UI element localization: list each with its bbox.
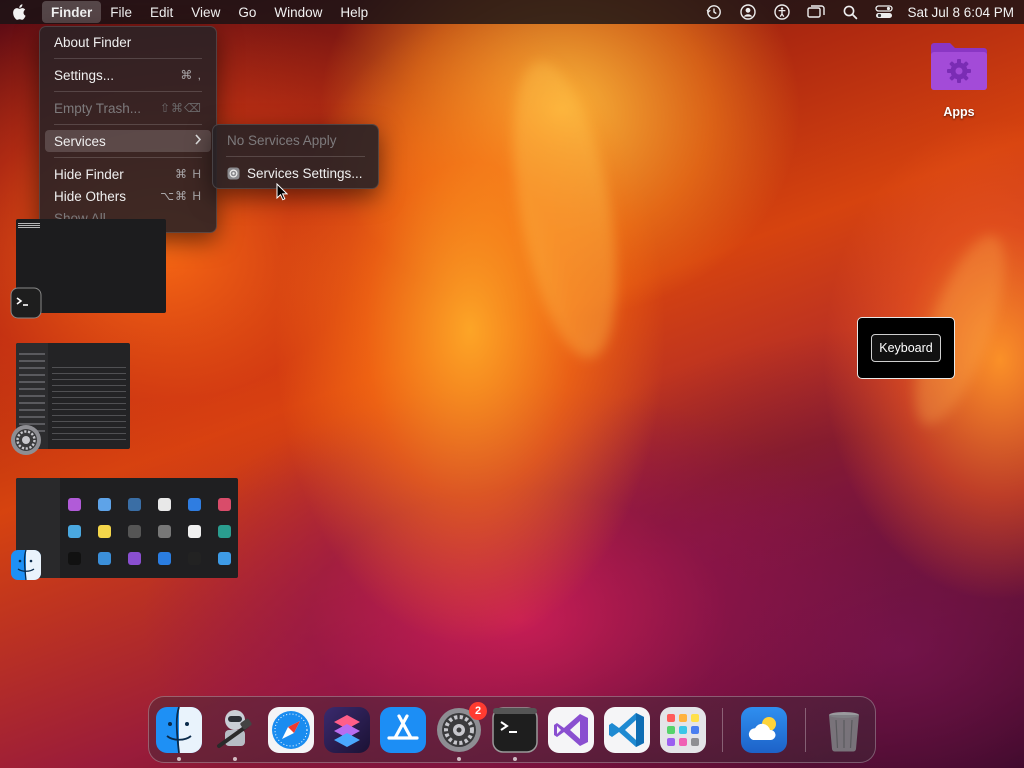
dock-visual-studio-icon[interactable] (547, 706, 595, 754)
keyboard-viewer-hud: Keyboard (857, 317, 955, 379)
menu-item-label: No Services Apply (227, 132, 337, 148)
dock-trash-icon[interactable] (820, 706, 868, 754)
menu-edit[interactable]: Edit (141, 1, 182, 23)
screens-icon[interactable] (799, 1, 833, 23)
settings-preview-sidebar-lines (19, 353, 45, 433)
menu-bar-clock[interactable]: Sat Jul 8 6:04 PM (901, 5, 1014, 20)
menu-window[interactable]: Window (265, 1, 331, 23)
menu-separator (54, 124, 202, 125)
submenu-item-no-services: No Services Apply (218, 129, 373, 151)
terminal-preview-text (18, 223, 40, 229)
notification-badge: 2 (469, 702, 487, 720)
menu-item-shortcut: ⌥⌘ H (160, 189, 202, 203)
status-area: Sat Jul 8 6:04 PM (697, 1, 1024, 23)
control-center-icon[interactable] (867, 1, 901, 23)
settings-preview-lines (52, 367, 126, 443)
time-machine-icon[interactable] (697, 1, 731, 23)
accessibility-icon[interactable] (765, 1, 799, 23)
menu-item-hide-finder[interactable]: Hide Finder ⌘ H (45, 163, 211, 185)
menu-item-shortcut: ⌘ H (175, 167, 202, 181)
system-settings-app-icon[interactable] (10, 424, 42, 461)
menu-item-label: Settings... (54, 67, 115, 83)
terminal-app-icon[interactable] (10, 287, 42, 324)
menu-file[interactable]: File (101, 1, 141, 23)
menu-view[interactable]: View (182, 1, 229, 23)
menu-item-label: Hide Others (54, 188, 127, 204)
user-icon[interactable] (731, 1, 765, 23)
dock-running-indicator (513, 757, 517, 761)
menu-finder[interactable]: Finder (42, 1, 102, 23)
menu-separator (54, 58, 202, 59)
menu-separator (54, 157, 202, 158)
dock-safari-icon[interactable] (267, 706, 315, 754)
menu-separator (226, 156, 365, 157)
finder-menu-dropdown: About Finder Settings... ⌘ , Empty Trash… (39, 26, 217, 233)
finder-app-icon[interactable] (10, 549, 42, 586)
spotlight-icon[interactable] (833, 1, 867, 23)
stage-window-finder[interactable] (16, 478, 238, 578)
menu-item-services[interactable]: Services (45, 130, 211, 152)
menu-item-about-finder[interactable]: About Finder (45, 31, 211, 53)
menu-item-empty-trash: Empty Trash... ⇧⌘⌫ (45, 97, 211, 119)
keyboard-button[interactable]: Keyboard (871, 334, 941, 362)
menu-item-label: About Finder (54, 34, 132, 50)
menu-help[interactable]: Help (331, 1, 377, 23)
dock-running-indicator (233, 757, 237, 761)
desktop-folder-apps[interactable]: Apps (928, 40, 990, 119)
menu-bar: Finder File Edit View Go Window Help Sat… (0, 0, 1024, 24)
gear-icon (227, 167, 240, 180)
desktop-folder-label: Apps (943, 105, 975, 119)
dock-separator (805, 708, 806, 752)
menu-item-hide-others[interactable]: Hide Others ⌥⌘ H (45, 185, 211, 207)
dock-weather-icon[interactable] (740, 706, 788, 754)
folder-icon (931, 43, 987, 90)
mouse-cursor-icon (276, 182, 289, 206)
submenu-item-services-settings[interactable]: Services Settings... (218, 162, 373, 184)
menu-item-settings[interactable]: Settings... ⌘ , (45, 64, 211, 86)
apple-menu-icon[interactable] (12, 4, 42, 20)
dock-vscode-icon[interactable] (603, 706, 651, 754)
services-submenu: No Services Apply Services Settings... (212, 124, 379, 189)
dock-running-indicator (177, 757, 181, 761)
menu-item-label: Services (54, 133, 106, 149)
dock-separator (722, 708, 723, 752)
menu-separator (54, 91, 202, 92)
chevron-right-icon (194, 134, 202, 148)
menu-item-shortcut: ⇧⌘⌫ (159, 101, 202, 115)
menu-item-label: Empty Trash... (54, 100, 142, 116)
dock-shortcuts-icon[interactable] (323, 706, 371, 754)
dock-terminal-icon[interactable] (491, 706, 539, 754)
menu-item-label: Services Settings... (247, 165, 363, 181)
menu-go[interactable]: Go (229, 1, 265, 23)
finder-preview-grid (68, 498, 236, 574)
menu-item-label: Hide Finder (54, 166, 124, 182)
dock-running-indicator (457, 757, 461, 761)
dock-automator-icon[interactable] (211, 706, 259, 754)
dock-launchpad-icon[interactable] (659, 706, 707, 754)
menu-item-shortcut: ⌘ , (180, 68, 202, 82)
dock-finder-icon[interactable] (155, 706, 203, 754)
dock-app-store-icon[interactable] (379, 706, 427, 754)
